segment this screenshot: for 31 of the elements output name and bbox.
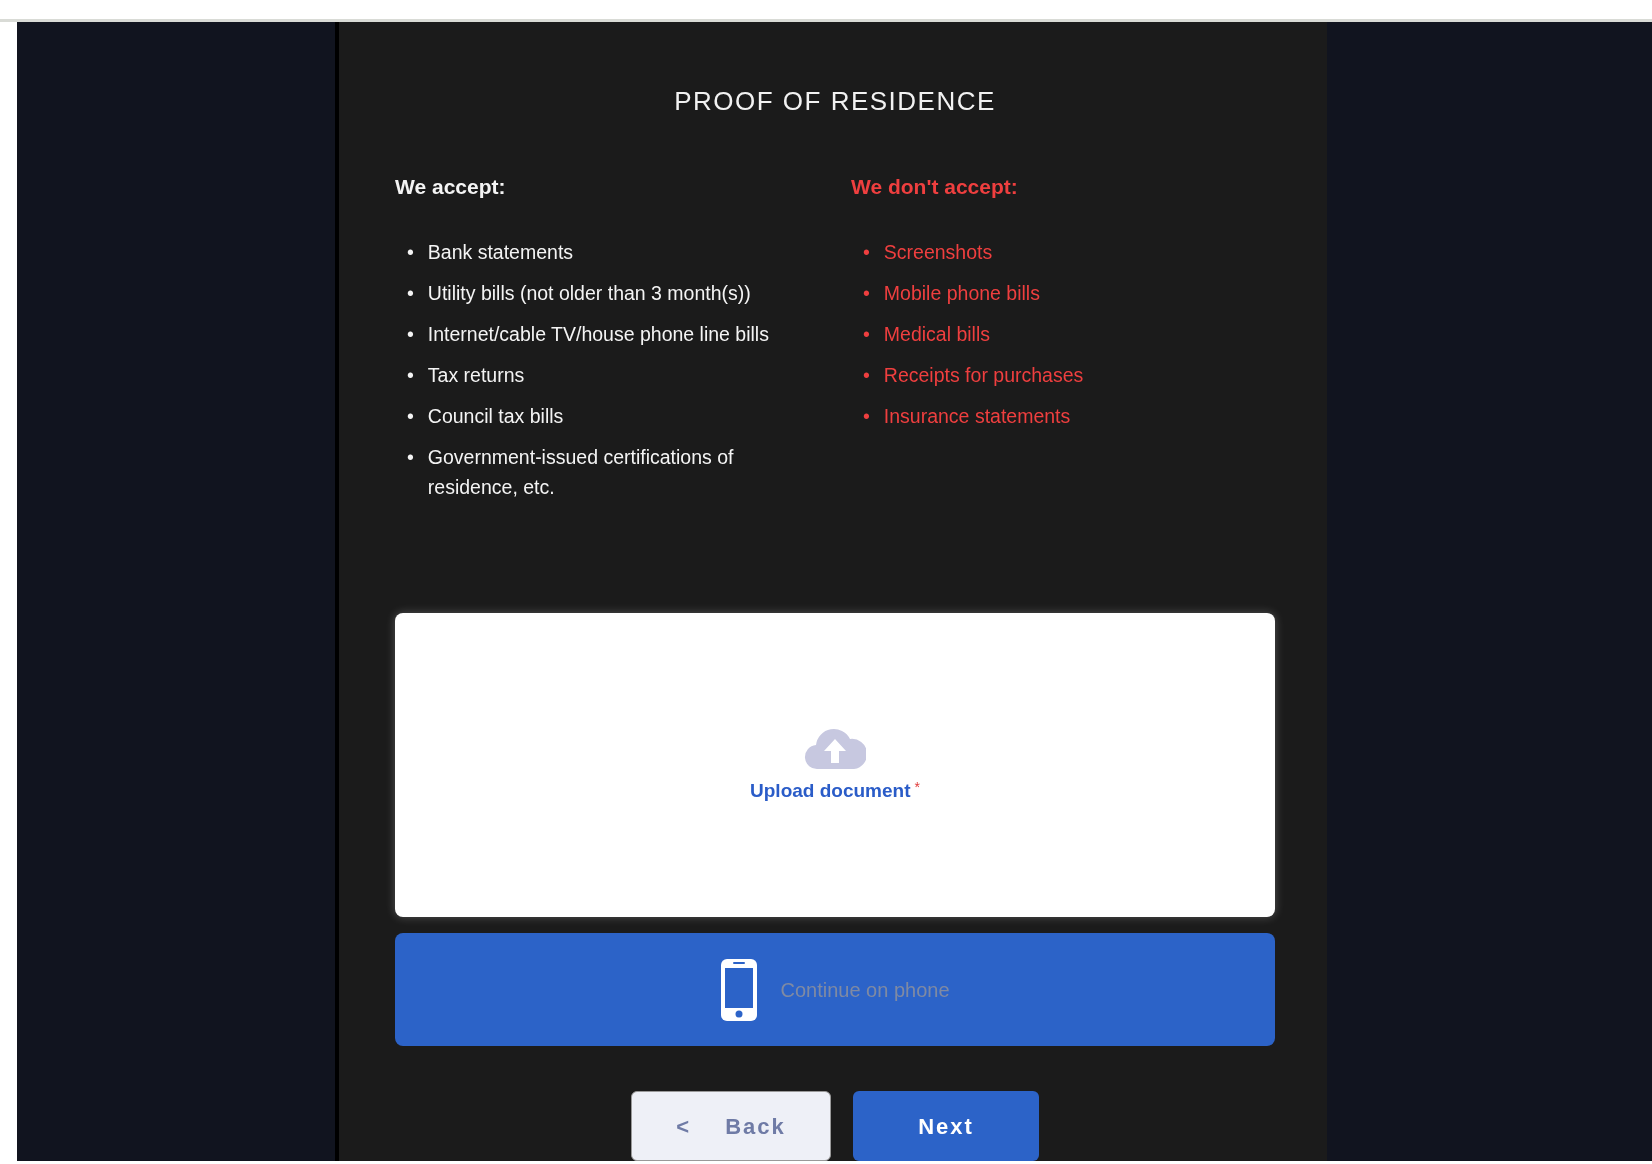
- rejected-item: Mobile phone bills: [883, 280, 1040, 306]
- bullet: •: [407, 239, 414, 265]
- bullet: •: [407, 403, 414, 429]
- phone-icon: [720, 957, 759, 1022]
- upload-label[interactable]: Upload document: [750, 776, 911, 805]
- accepted-item: Tax returns: [427, 362, 525, 388]
- rejected-item: Medical bills: [883, 321, 991, 347]
- next-button[interactable]: Next: [853, 1091, 1039, 1161]
- rejected-item: Screenshots: [883, 239, 993, 265]
- accepted-item: Internet/cable TV/house phone line bills: [427, 321, 769, 347]
- accepted-item: Bank statements: [427, 239, 574, 265]
- bullet: •: [863, 321, 870, 347]
- upload-area[interactable]: Upload document *: [395, 612, 1275, 917]
- bullet: •: [407, 362, 414, 388]
- bullet: •: [407, 280, 414, 306]
- page-title: PROOF OF RESIDENCE: [673, 85, 997, 118]
- accepted-item: Government-issued certifications of residence, etc.: [427, 444, 735, 500]
- bullet: •: [407, 444, 414, 470]
- list-heading: We accept:: [395, 174, 507, 200]
- required-mark: *: [914, 777, 920, 797]
- bullet: •: [863, 239, 870, 265]
- rejected-item: Insurance statements: [883, 403, 1071, 429]
- list-heading: We don't accept:: [851, 174, 1019, 200]
- accepted-item: Council tax bills: [427, 403, 564, 429]
- back-button[interactable]: < Back: [631, 1091, 831, 1161]
- bullet: •: [863, 362, 870, 388]
- bullet: •: [407, 321, 414, 347]
- accepted-item: Utility bills (not older than 3 month(s)): [427, 280, 751, 306]
- bullet: •: [863, 280, 870, 306]
- rejected-item: Receipts for purchases: [883, 362, 1084, 388]
- bullet: •: [863, 403, 870, 429]
